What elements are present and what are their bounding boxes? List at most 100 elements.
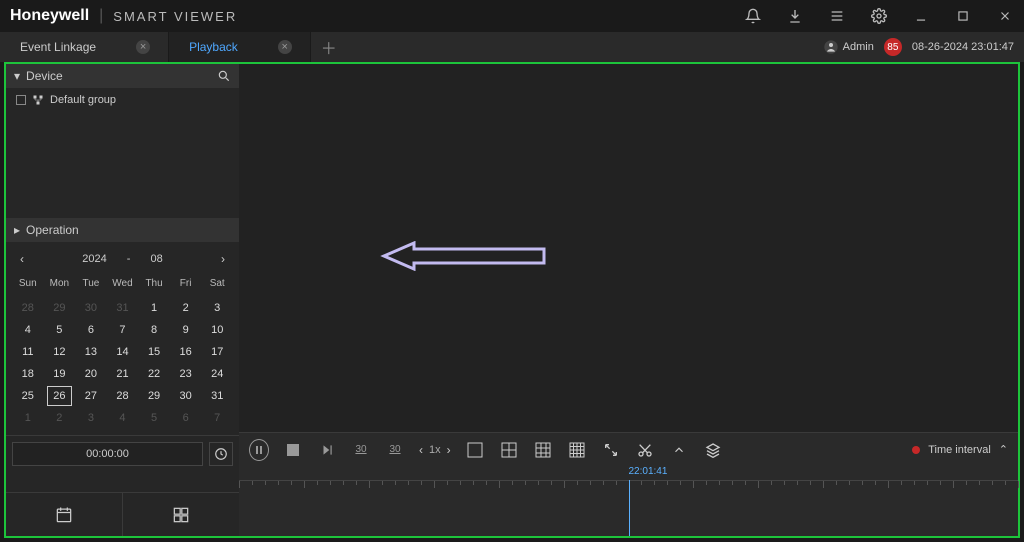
next-month-button[interactable]: › <box>221 252 225 266</box>
calendar-day[interactable]: 2 <box>170 297 202 319</box>
title-actions <box>744 7 1014 25</box>
grid-mode-button[interactable] <box>122 493 239 536</box>
add-tab-button[interactable]: ＋ <box>311 32 347 62</box>
device-panel-header[interactable]: ▾ Device <box>6 64 239 88</box>
calendar-mode-button[interactable] <box>6 493 122 536</box>
layout-2x2-button[interactable] <box>499 440 519 460</box>
minimize-icon[interactable] <box>912 7 930 25</box>
skip-back-button[interactable]: 30 <box>351 440 371 460</box>
calendar-day[interactable]: 25 <box>12 385 44 407</box>
calendar-day[interactable]: 19 <box>44 363 76 385</box>
calendar-year[interactable]: 2024 <box>82 253 106 265</box>
gear-icon[interactable] <box>870 7 888 25</box>
calendar-day[interactable]: 27 <box>75 385 107 407</box>
tab-event-linkage[interactable]: Event Linkage × <box>0 32 169 62</box>
calendar-day[interactable]: 30 <box>75 297 107 319</box>
calendar-day[interactable]: 5 <box>44 319 76 341</box>
skip-forward-button[interactable]: 30 <box>385 440 405 460</box>
calendar-day[interactable]: 4 <box>107 407 139 429</box>
fullscreen-button[interactable] <box>601 440 621 460</box>
calendar-day[interactable]: 23 <box>170 363 202 385</box>
calendar-day[interactable]: 22 <box>138 363 170 385</box>
calendar-day[interactable]: 28 <box>107 385 139 407</box>
calendar-header: ‹ 2024 - 08 › <box>12 248 233 270</box>
download-icon[interactable] <box>786 7 804 25</box>
calendar-day[interactable]: 4 <box>12 319 44 341</box>
close-icon[interactable] <box>996 7 1014 25</box>
calendar-day[interactable]: 7 <box>201 407 233 429</box>
time-interval-label: Time interval <box>928 444 991 456</box>
layout-3x3-button[interactable] <box>533 440 553 460</box>
playback-controls: 30 30 ‹ 1x › <box>239 432 1018 466</box>
layers-button[interactable] <box>703 440 723 460</box>
calendar-day[interactable]: 31 <box>201 385 233 407</box>
group-icon <box>32 94 44 106</box>
video-area[interactable] <box>239 64 1018 432</box>
calendar-day[interactable]: 11 <box>12 341 44 363</box>
menu-icon[interactable] <box>828 7 846 25</box>
calendar-day[interactable]: 7 <box>107 319 139 341</box>
calendar-day[interactable]: 29 <box>138 385 170 407</box>
maximize-icon[interactable] <box>954 7 972 25</box>
calendar-day[interactable]: 17 <box>201 341 233 363</box>
calendar-day[interactable]: 28 <box>12 297 44 319</box>
next-frame-button[interactable] <box>317 440 337 460</box>
speed-value: 1x <box>429 444 441 456</box>
tab-close-icon[interactable]: × <box>136 40 150 54</box>
operation-panel-header[interactable]: ▸ Operation <box>6 218 239 242</box>
checkbox[interactable] <box>16 95 26 105</box>
device-panel-title: Device <box>26 69 63 83</box>
tree-item-label: Default group <box>50 94 116 106</box>
speed-down-button[interactable]: ‹ <box>419 443 423 457</box>
calendar-dow: Sat <box>201 274 233 293</box>
speed-up-button[interactable]: › <box>447 443 451 457</box>
tab-close-icon[interactable]: × <box>278 40 292 54</box>
brand-separator: | <box>99 7 103 25</box>
calendar-day[interactable]: 18 <box>12 363 44 385</box>
play-pause-button[interactable] <box>249 440 269 460</box>
timeline[interactable]: 22:01:41 <box>239 466 1018 536</box>
clock-button[interactable] <box>209 442 233 466</box>
notification-count-badge[interactable]: 85 <box>884 38 902 56</box>
prev-month-button[interactable]: ‹ <box>20 252 24 266</box>
time-interval-toggle[interactable]: Time interval ⌃ <box>912 443 1008 456</box>
playhead-line[interactable] <box>629 480 630 536</box>
calendar-day[interactable]: 13 <box>75 341 107 363</box>
calendar-day[interactable]: 26 <box>47 386 73 406</box>
calendar-day[interactable]: 29 <box>44 297 76 319</box>
calendar-day[interactable]: 14 <box>107 341 139 363</box>
calendar-day[interactable]: 15 <box>138 341 170 363</box>
app-name: SMART VIEWER <box>113 9 237 24</box>
snip-button[interactable] <box>635 440 655 460</box>
tab-playback[interactable]: Playback × <box>169 32 311 62</box>
calendar-day[interactable]: 30 <box>170 385 202 407</box>
calendar-day[interactable]: 16 <box>170 341 202 363</box>
collapse-up-button[interactable] <box>669 440 689 460</box>
tree-item-default-group[interactable]: Default group <box>16 94 229 106</box>
calendar-day[interactable]: 10 <box>201 319 233 341</box>
calendar-day[interactable]: 5 <box>138 407 170 429</box>
calendar-day[interactable]: 20 <box>75 363 107 385</box>
time-input[interactable]: 00:00:00 <box>12 442 203 466</box>
calendar-day[interactable]: 2 <box>44 407 76 429</box>
calendar-day[interactable]: 1 <box>138 297 170 319</box>
calendar-day[interactable]: 3 <box>201 297 233 319</box>
calendar-day[interactable]: 1 <box>12 407 44 429</box>
stop-button[interactable] <box>283 440 303 460</box>
calendar-day[interactable]: 6 <box>75 319 107 341</box>
layout-4x4-button[interactable] <box>567 440 587 460</box>
calendar-day[interactable]: 12 <box>44 341 76 363</box>
calendar-day[interactable]: 3 <box>75 407 107 429</box>
bell-icon[interactable] <box>744 7 762 25</box>
calendar-day[interactable]: 21 <box>107 363 139 385</box>
calendar-day[interactable]: 9 <box>170 319 202 341</box>
calendar-month[interactable]: 08 <box>150 253 162 265</box>
calendar-day[interactable]: 24 <box>201 363 233 385</box>
calendar-day[interactable]: 6 <box>170 407 202 429</box>
calendar-day[interactable]: 8 <box>138 319 170 341</box>
layout-1x1-button[interactable] <box>465 440 485 460</box>
search-icon[interactable] <box>217 69 231 83</box>
calendar-day[interactable]: 31 <box>107 297 139 319</box>
user-badge[interactable]: Admin <box>823 39 874 55</box>
sidebar-footer <box>6 492 239 536</box>
